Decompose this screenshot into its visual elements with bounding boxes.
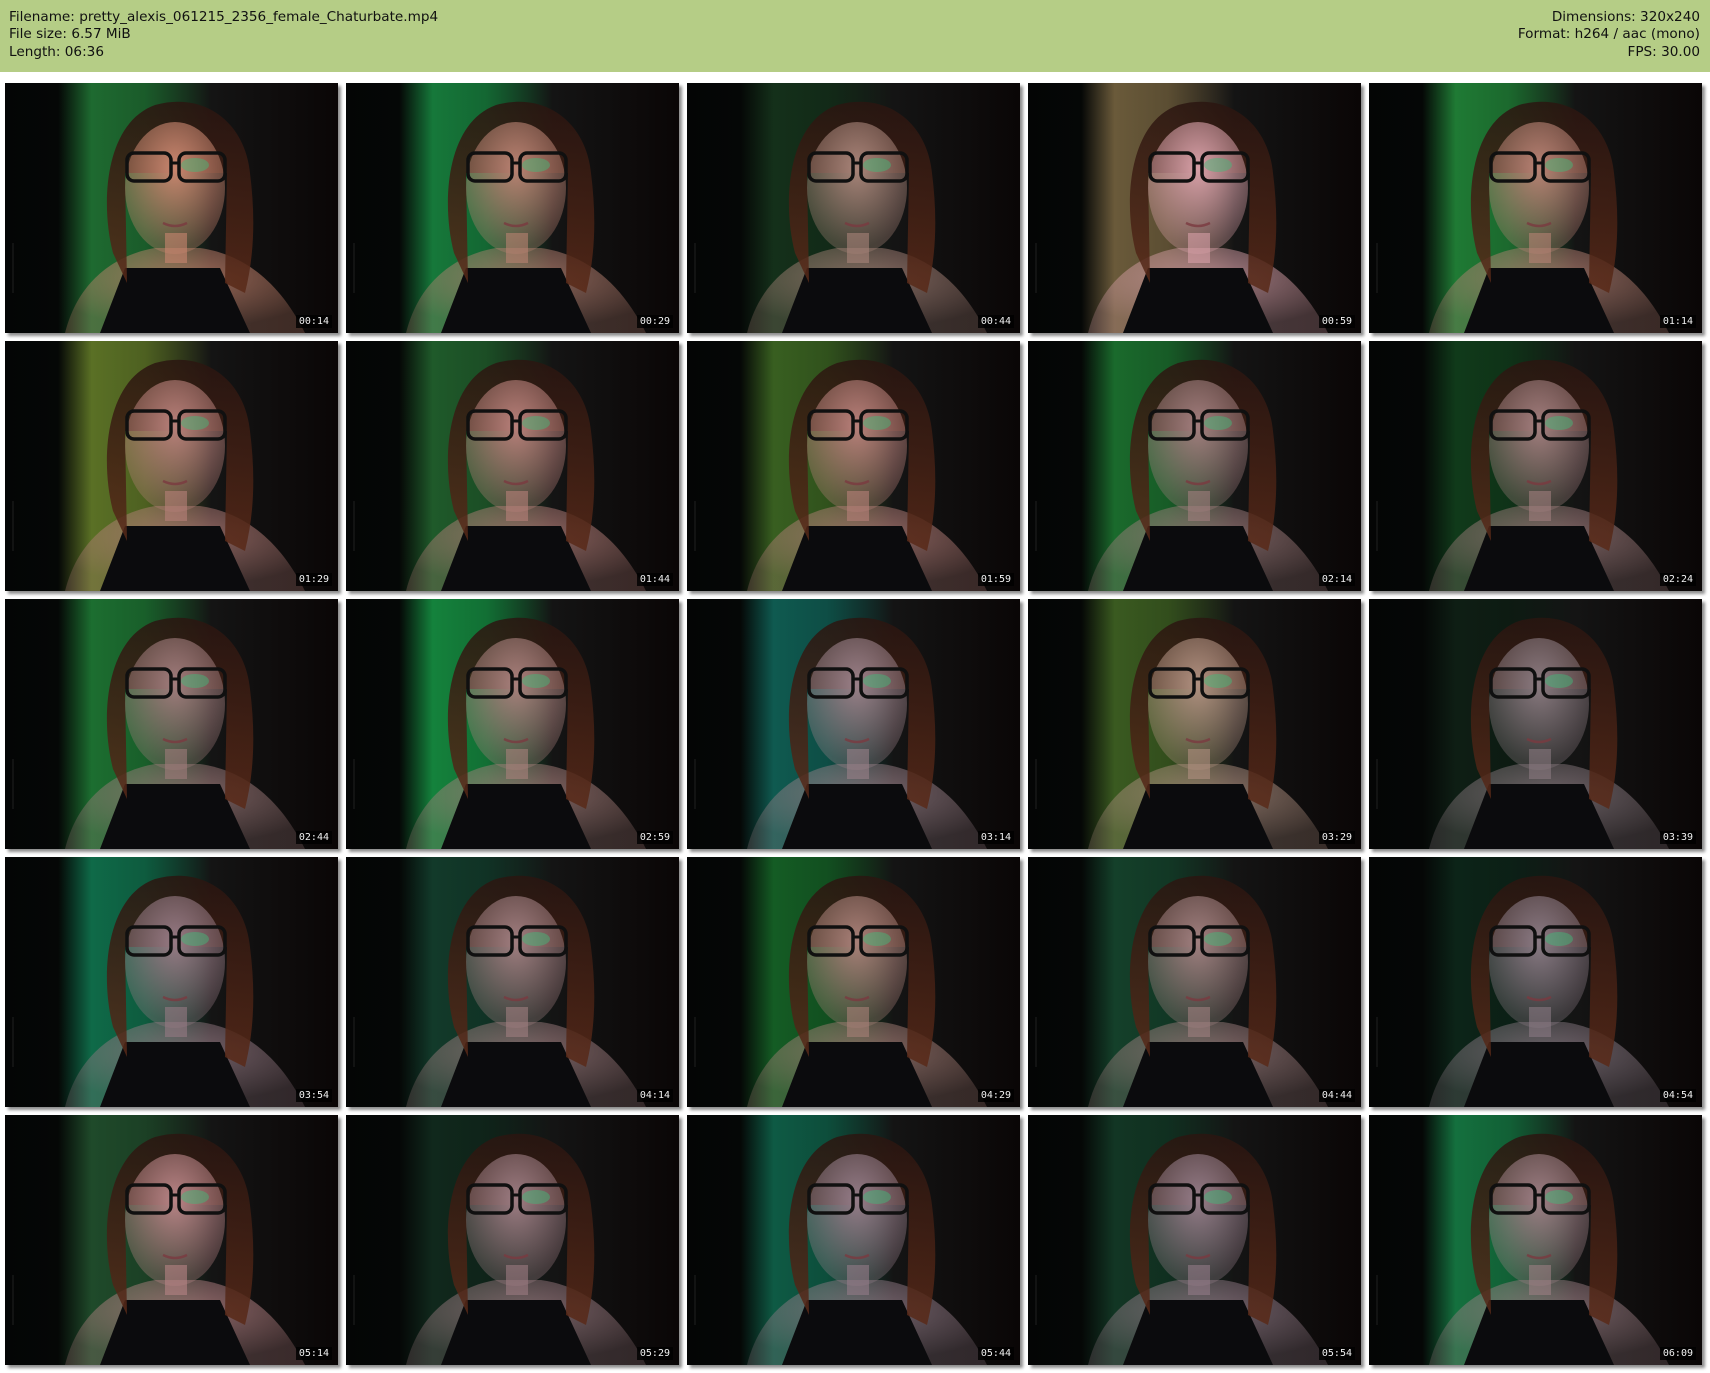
- frame-image: [1369, 857, 1702, 1107]
- frame-timestamp: 05:14: [295, 1347, 332, 1360]
- frame-timestamp: 01:29: [295, 573, 332, 586]
- frame-timestamp: 04:54: [1659, 1089, 1696, 1102]
- video-frame-thumbnail: 01:14: [1369, 83, 1702, 333]
- frame-timestamp: 03:29: [1318, 831, 1355, 844]
- frame-image: [5, 341, 338, 591]
- frame-image: [1028, 1115, 1361, 1365]
- file-size-text: File size: 6.57 MiB: [9, 26, 131, 43]
- frame-timestamp: 04:14: [636, 1089, 673, 1102]
- filename-text: Filename: pretty_alexis_061215_2356_fema…: [9, 9, 439, 25]
- video-frame-thumbnail: 03:54: [5, 857, 338, 1107]
- frame-timestamp: 02:14: [1318, 573, 1355, 586]
- frame-timestamp: 02:44: [295, 831, 332, 844]
- frame-image: [346, 857, 679, 1107]
- video-frame-thumbnail: 00:59: [1028, 83, 1361, 333]
- frame-timestamp: 00:59: [1318, 315, 1355, 328]
- frame-timestamp: 06:09: [1659, 1347, 1696, 1360]
- frame-image: [1369, 83, 1702, 333]
- video-frame-thumbnail: 05:14: [5, 1115, 338, 1365]
- frame-timestamp: 03:39: [1659, 831, 1696, 844]
- file-info-left: Filename: pretty_alexis_061215_2356_fema…: [9, 9, 438, 61]
- video-frame-thumbnail: 04:29: [687, 857, 1020, 1107]
- frame-timestamp: 00:44: [977, 315, 1014, 328]
- fps-text: FPS: 30.00: [1627, 43, 1700, 60]
- video-frame-thumbnail: 05:54: [1028, 1115, 1361, 1365]
- frame-image: [1028, 341, 1361, 591]
- video-frame-thumbnail: 04:14: [346, 857, 679, 1107]
- video-frame-thumbnail: 04:44: [1028, 857, 1361, 1107]
- frame-image: [687, 599, 1020, 849]
- frame-timestamp: 04:29: [977, 1089, 1014, 1102]
- length-text: Length: 06:36: [9, 43, 104, 60]
- frame-timestamp: 02:24: [1659, 573, 1696, 586]
- frame-timestamp: 05:29: [636, 1347, 673, 1360]
- frame-timestamp: 00:29: [636, 315, 673, 328]
- video-frame-thumbnail: 01:59: [687, 341, 1020, 591]
- video-frame-thumbnail: 02:14: [1028, 341, 1361, 591]
- video-frame-thumbnail: 01:44: [346, 341, 679, 591]
- video-frame-thumbnail: 03:29: [1028, 599, 1361, 849]
- frame-timestamp: 01:59: [977, 573, 1014, 586]
- video-frame-thumbnail: 06:09: [1369, 1115, 1702, 1365]
- video-frame-thumbnail: 03:39: [1369, 599, 1702, 849]
- video-frame-thumbnail: 05:29: [346, 1115, 679, 1365]
- frame-timestamp: 01:14: [1659, 315, 1696, 328]
- video-frame-thumbnail: 00:14: [5, 83, 338, 333]
- video-frame-thumbnail: 01:29: [5, 341, 338, 591]
- frame-image: [346, 341, 679, 591]
- frame-timestamp: 01:44: [636, 573, 673, 586]
- video-frame-thumbnail: 04:54: [1369, 857, 1702, 1107]
- video-frame-thumbnail: 00:44: [687, 83, 1020, 333]
- frame-image: [346, 83, 679, 333]
- frame-timestamp: 02:59: [636, 831, 673, 844]
- frame-image: [1028, 599, 1361, 849]
- frame-timestamp: 03:54: [295, 1089, 332, 1102]
- frame-image: [687, 857, 1020, 1107]
- video-frame-thumbnail: 03:14: [687, 599, 1020, 849]
- frame-image: [346, 599, 679, 849]
- video-frame-thumbnail: 02:59: [346, 599, 679, 849]
- frame-image: [1369, 599, 1702, 849]
- frame-timestamp: 04:44: [1318, 1089, 1355, 1102]
- frame-image: [1369, 1115, 1702, 1365]
- frame-image: [1028, 857, 1361, 1107]
- frame-image: [5, 857, 338, 1107]
- frame-timestamp: 00:14: [295, 315, 332, 328]
- file-info-right: Dimensions: 320x240 Format: h264 / aac (…: [1518, 9, 1700, 61]
- video-frame-thumbnail: 02:24: [1369, 341, 1702, 591]
- frame-image: [346, 1115, 679, 1365]
- frame-image: [687, 341, 1020, 591]
- frame-timestamp: 03:14: [977, 831, 1014, 844]
- file-info-header: Filename: pretty_alexis_061215_2356_fema…: [0, 0, 1710, 72]
- video-frame-thumbnail: 02:44: [5, 599, 338, 849]
- format-text: Format: h264 / aac (mono): [1517, 26, 1700, 43]
- frame-image: [687, 1115, 1020, 1365]
- frame-image: [5, 599, 338, 849]
- frame-timestamp: 05:54: [1318, 1347, 1355, 1360]
- frame-image: [687, 83, 1020, 333]
- video-frame-thumbnail: 05:44: [687, 1115, 1020, 1365]
- video-frame-thumbnail: 00:29: [346, 83, 679, 333]
- dimensions-text: Dimensions: 320x240: [1551, 9, 1700, 25]
- frame-timestamp: 05:44: [977, 1347, 1014, 1360]
- frame-image: [1369, 341, 1702, 591]
- frame-image: [5, 1115, 338, 1365]
- thumbnail-grid: 00:14 00:29 00:44 00:59 01:14 01:29 01:44 01:59…: [5, 83, 1702, 1365]
- frame-image: [5, 83, 338, 333]
- frame-image: [1028, 83, 1361, 333]
